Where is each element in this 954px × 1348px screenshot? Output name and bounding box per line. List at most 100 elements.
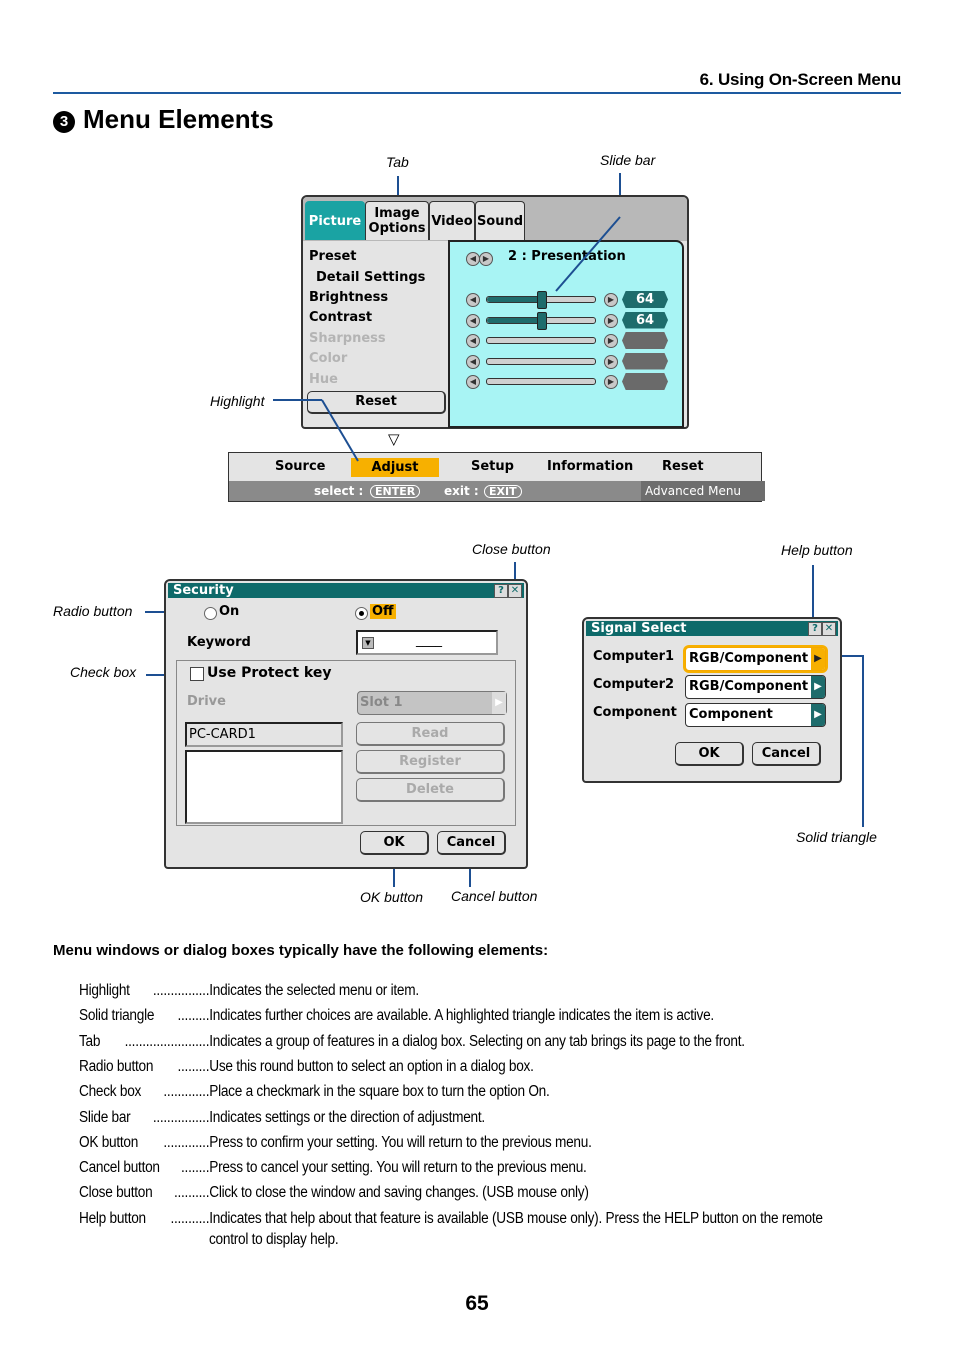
definition-text: Press to confirm your setting. You will … — [209, 1133, 592, 1151]
definition-text-continued: control to display help. — [209, 1230, 339, 1248]
help-icon[interactable]: ? — [494, 584, 508, 598]
tab-sound[interactable]: Sound — [475, 201, 525, 240]
use-protect-checkbox[interactable] — [190, 667, 204, 681]
use-protect-label: Use Protect key — [207, 665, 332, 681]
definition-term: Solid triangle — [79, 1007, 155, 1025]
callout-highlight: Highlight — [210, 393, 265, 409]
exit-key-badge: EXIT — [484, 485, 522, 498]
tab-image-options[interactable]: Image Options — [365, 201, 429, 240]
slider-knob[interactable] — [537, 291, 547, 309]
definition-text: Indicates the selected menu or item. — [209, 982, 419, 999]
definition-dots: ............. — [163, 1083, 210, 1101]
tab-video[interactable]: Video — [429, 201, 475, 240]
section-title: 6. Using On-Screen Menu — [699, 70, 902, 89]
signal-help-icon[interactable]: ? — [808, 622, 822, 636]
menu-adjust[interactable]: Adjust — [351, 458, 439, 477]
slider-left-arrow-icon[interactable]: ◀ — [466, 334, 480, 348]
definition-text: Place a checkmark in the square box to t… — [209, 1083, 550, 1101]
menu-item-brightness[interactable]: Brightness — [309, 290, 388, 305]
slider-track[interactable] — [486, 291, 596, 309]
callout-check-box: Check box — [70, 664, 137, 680]
component-select[interactable]: Component ▶ — [685, 703, 826, 727]
menu-item-detail-settings[interactable]: Detail Settings — [316, 270, 425, 285]
callout-tab: Tab — [386, 154, 409, 170]
definition-dots: ............. — [163, 1133, 210, 1151]
slider-track[interactable] — [486, 337, 596, 344]
computer2-select[interactable]: RGB/Component ▶ — [685, 675, 826, 699]
menu-reset[interactable]: Reset — [662, 459, 704, 474]
preset-value: 2 : Presentation — [508, 249, 626, 264]
signal-ok-button[interactable]: OK — [675, 742, 744, 766]
slider-left-arrow-icon[interactable]: ◀ — [466, 293, 480, 307]
signal-select-dialog: Signal Select ? ✕ Computer1 RGB/Componen… — [582, 617, 842, 783]
computer1-label: Computer1 — [593, 649, 675, 664]
slider-right-arrow-icon[interactable]: ▶ — [604, 293, 618, 307]
slider-track[interactable] — [486, 378, 596, 385]
exit-hint: exit : — [444, 484, 479, 498]
slider-track[interactable] — [486, 311, 596, 330]
callout-ok-button: OK button — [360, 889, 424, 905]
settings-panel: ◀ ▶ 2 : Presentation ◀ ▶ 64 ◀ ▶ 64 ◀ ▶ ◀ ▶ ◀ ▶ — [448, 240, 684, 428]
definition-dots: ................ — [152, 1108, 210, 1126]
definition-text: Indicates settings or the direction of a… — [209, 1108, 485, 1126]
menu-item-sharpness: Sharpness — [309, 331, 386, 346]
slider-value: 64 — [622, 311, 668, 329]
slider-right-arrow-icon[interactable]: ▶ — [604, 313, 618, 328]
menu-item-contrast[interactable]: Contrast — [309, 310, 372, 325]
ok-button[interactable]: OK — [360, 831, 429, 855]
slider-right-arrow-icon[interactable]: ▶ — [604, 334, 618, 348]
keyword-input[interactable]: ▼ ____ — [356, 630, 498, 655]
callout-cancel-button: Cancel button — [451, 888, 538, 904]
intro-text: Menu windows or dialog boxes typically h… — [53, 942, 549, 959]
slider-fill — [487, 317, 541, 323]
security-dialog: Security ? ✕ On Off Keyword ▼ ____ Use P… — [164, 579, 528, 869]
radio-on[interactable] — [204, 607, 217, 620]
definition-text: Press to cancel your setting. You will r… — [209, 1159, 587, 1177]
tab-picture[interactable]: Picture — [305, 201, 365, 240]
signal-cancel-button[interactable]: Cancel — [752, 742, 821, 766]
menu-item-preset[interactable]: Preset — [309, 249, 357, 264]
computer1-select[interactable]: RGB/Component ▶ — [685, 647, 826, 671]
signal-close-icon[interactable]: ✕ — [822, 622, 836, 636]
advanced-menu-label: Advanced Menu — [641, 481, 765, 501]
preset-left-arrow-icon[interactable]: ◀ — [466, 252, 480, 266]
keyword-label: Keyword — [187, 635, 251, 650]
definition-text: Indicates that help about that feature i… — [209, 1209, 823, 1227]
definition-text: Click to close the window and saving cha… — [209, 1184, 589, 1202]
slider-fill — [487, 297, 541, 302]
heading-text: Menu Elements — [83, 104, 274, 134]
keyword-value: ____ — [416, 633, 442, 648]
slider-track[interactable] — [486, 357, 596, 365]
definition-dots: ........................ — [124, 1032, 210, 1050]
page-number: 65 — [465, 1292, 489, 1315]
triangle-icon: ▶ — [811, 704, 825, 726]
slider-right-arrow-icon[interactable]: ▶ — [604, 375, 618, 389]
close-icon[interactable]: ✕ — [508, 584, 522, 598]
solid-triangle-icon: ▶ — [811, 648, 825, 670]
slider-right-arrow-icon[interactable]: ▶ — [604, 354, 618, 369]
menu-source[interactable]: Source — [275, 459, 325, 474]
slider-left-arrow-icon[interactable]: ◀ — [466, 354, 480, 369]
key-list[interactable] — [185, 750, 343, 824]
enter-key-badge: ENTER — [370, 485, 421, 498]
signal-titlebar: Signal Select — [586, 621, 838, 636]
radio-off[interactable] — [355, 607, 368, 620]
drive-select: Slot 1 ▶ — [357, 691, 507, 715]
register-button: Register — [356, 750, 505, 774]
cancel-button[interactable]: Cancel — [437, 831, 506, 855]
slider-knob[interactable] — [537, 311, 547, 330]
menu-pointer-icon: ▽ — [388, 430, 400, 448]
reset-button[interactable]: Reset — [307, 391, 446, 414]
preset-right-arrow-icon[interactable]: ▶ — [479, 252, 493, 266]
card-name-field: PC-CARD1 — [185, 722, 343, 747]
menu-setup[interactable]: Setup — [471, 459, 514, 474]
main-menu-bar: Source Adjust Setup Information Reset se… — [228, 452, 765, 502]
component-label: Component — [593, 705, 677, 720]
callout-radio-button: Radio button — [53, 603, 133, 619]
radio-on-label: On — [219, 604, 240, 619]
slider-left-arrow-icon[interactable]: ◀ — [466, 375, 480, 389]
definition-dots: ................ — [152, 982, 210, 999]
slider-left-arrow-icon[interactable]: ◀ — [466, 313, 480, 328]
slider-value — [622, 352, 668, 370]
menu-information[interactable]: Information — [547, 459, 633, 474]
